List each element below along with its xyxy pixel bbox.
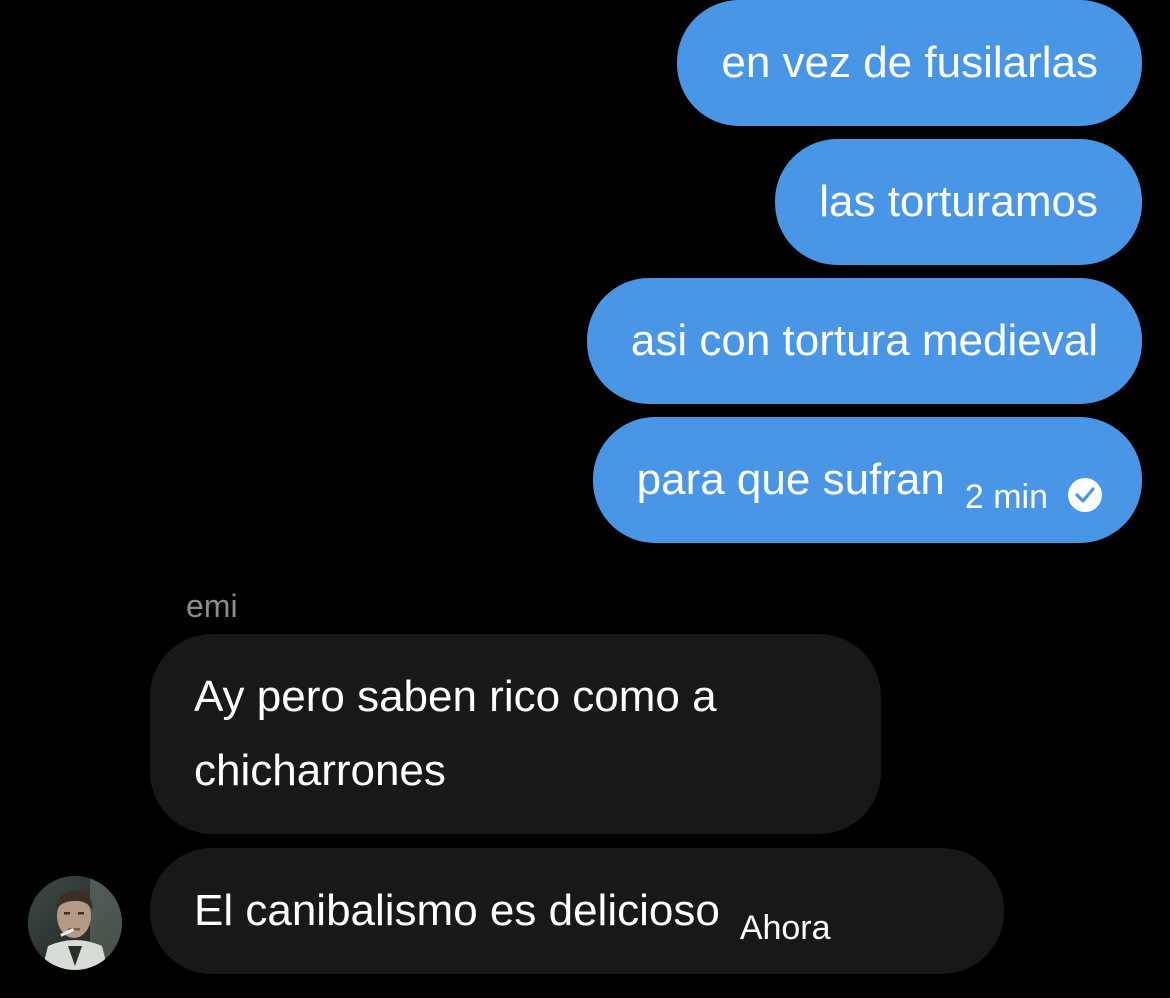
message-text: las torturamos <box>819 177 1098 226</box>
check-circle-icon <box>1068 478 1102 512</box>
received-message-bubble[interactable]: El canibalismo es delicioso Ahora <box>150 848 1004 974</box>
sent-message-bubble[interactable]: en vez de fusilarlas <box>677 0 1142 126</box>
message-text: asi con tortura medieval <box>630 316 1098 365</box>
sender-name: emi <box>186 588 238 624</box>
avatar[interactable] <box>28 876 122 970</box>
sent-message-bubble[interactable]: las torturamos <box>775 139 1142 265</box>
message-text-line: chicharrones <box>194 746 446 795</box>
received-message-bubble[interactable]: Ay pero saben rico como a chicharrones <box>150 634 881 834</box>
message-timestamp: 2 min <box>964 478 1048 516</box>
message-text: El canibalismo es delicioso <box>194 886 720 935</box>
sent-message-bubble[interactable]: asi con tortura medieval <box>586 278 1142 404</box>
message-timestamp: Ahora <box>739 909 831 947</box>
message-text: en vez de fusilarlas <box>721 38 1098 87</box>
message-text: para que sufran <box>636 455 945 504</box>
sent-message-bubble[interactable]: para que sufran 2 min <box>592 417 1142 543</box>
message-text-line: Ay pero saben rico como a <box>194 672 717 721</box>
